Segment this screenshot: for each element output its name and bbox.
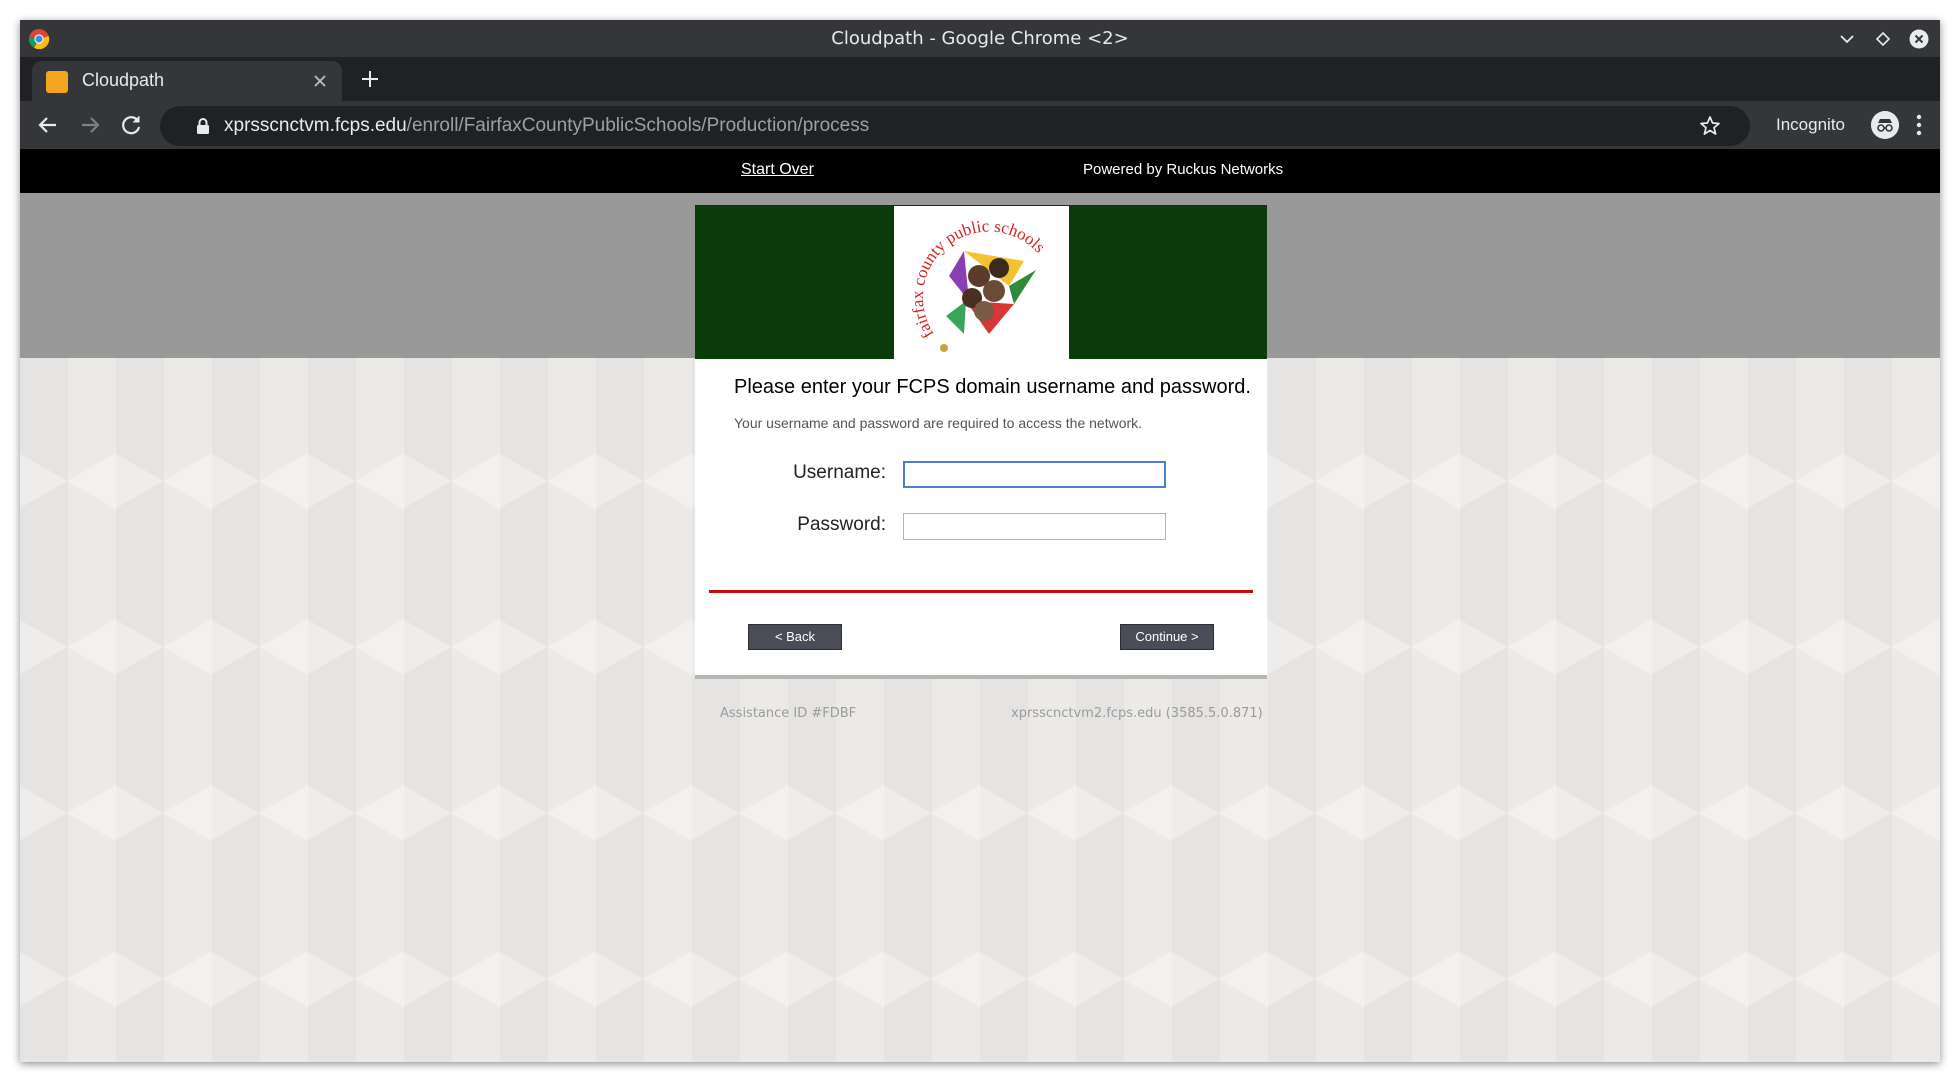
page-viewport: Start Over Powered by Ruckus Networks fa… (20, 149, 1940, 1062)
password-input[interactable] (903, 513, 1166, 540)
banner: fairfax county public schools (695, 205, 1267, 359)
continue-button[interactable]: Continue > (1120, 624, 1214, 650)
page-top-bar: Start Over Powered by Ruckus Networks (20, 149, 1940, 193)
username-label: Username: (793, 462, 886, 483)
tab-close-icon[interactable] (310, 71, 330, 91)
incognito-label: Incognito (1776, 115, 1845, 134)
login-card: fairfax county public schools Please ent… (695, 205, 1267, 679)
page-subheading: Your username and password are required … (734, 415, 1143, 431)
page-heading: Please enter your FCPS domain username a… (734, 376, 1251, 398)
window-controls (1836, 26, 1930, 52)
back-arrow-icon[interactable] (34, 111, 62, 139)
url-path: /enroll/FairfaxCountyPublicSchools/Produ… (406, 115, 870, 136)
tab-strip: Cloudpath (20, 57, 1940, 101)
powered-by-text: Powered by Ruckus Networks (1083, 161, 1284, 178)
reload-icon[interactable] (117, 111, 145, 139)
forward-arrow-icon[interactable] (76, 111, 104, 139)
server-info: xprsscnctvm2.fcps.edu (3585.5.0.871) (1011, 706, 1263, 721)
start-over-link[interactable]: Start Over (741, 161, 814, 179)
cloudpath-favicon-icon (46, 71, 68, 93)
tab-cloudpath[interactable]: Cloudpath (32, 61, 342, 101)
password-label: Password: (797, 514, 886, 535)
lock-icon (197, 118, 209, 134)
window-title: Cloudpath - Google Chrome <2> (831, 28, 1129, 49)
incognito-icon[interactable] (1871, 111, 1899, 139)
browser-window: Cloudpath - Google Chrome <2> Cloudpath (20, 20, 1940, 1062)
url-text: xprsscnctvm.fcps.edu/enroll/FairfaxCount… (224, 115, 869, 137)
maximize-icon[interactable] (1872, 28, 1894, 50)
red-divider (709, 590, 1253, 593)
bookmark-star-icon[interactable] (1698, 114, 1722, 138)
browser-toolbar: xprsscnctvm.fcps.edu/enroll/FairfaxCount… (20, 101, 1940, 149)
tab-title: Cloudpath (82, 70, 165, 90)
url-host: xprsscnctvm.fcps.edu (224, 115, 407, 136)
more-menu-icon[interactable] (1915, 113, 1923, 137)
fcps-logo-image: fairfax county public schools (908, 216, 1049, 352)
title-bar: Cloudpath - Google Chrome <2> (20, 20, 1940, 57)
close-window-icon[interactable] (1908, 28, 1930, 50)
assistance-id: Assistance ID #FDBF (720, 706, 857, 721)
new-tab-icon[interactable] (357, 66, 383, 92)
address-bar[interactable]: xprsscnctvm.fcps.edu/enroll/FairfaxCount… (160, 106, 1750, 146)
fcps-logo: fairfax county public schools (894, 206, 1069, 359)
back-button[interactable]: < Back (748, 624, 842, 650)
username-input[interactable] (903, 461, 1166, 488)
minimize-icon[interactable] (1836, 28, 1858, 50)
